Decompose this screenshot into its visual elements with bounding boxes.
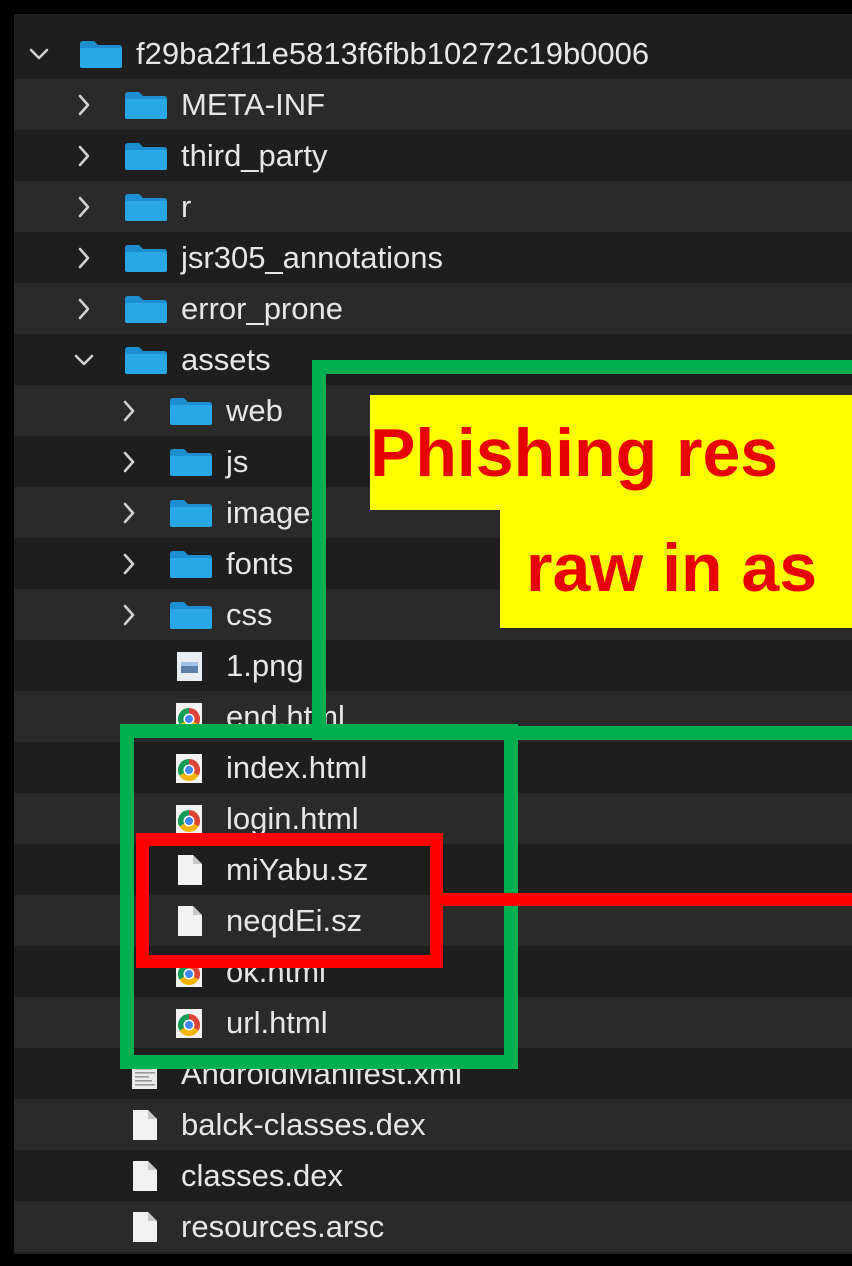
tree-item-label: error_prone: [181, 291, 343, 326]
folder-icon: [168, 548, 214, 580]
folder-icon: [78, 38, 124, 70]
red-connector-line: [443, 893, 852, 906]
folder-icon: [168, 395, 214, 427]
chevron-right-icon[interactable]: [73, 92, 95, 118]
tree-item-label: f29ba2f11e5813f6fbb10272c19b0006: [136, 36, 650, 71]
chevron-right-icon[interactable]: [118, 602, 140, 628]
tree-item-label: resources.arsc: [181, 1209, 385, 1244]
tree-item-label: fonts: [226, 546, 294, 581]
chevron-right-icon[interactable]: [73, 296, 95, 322]
image-file-icon: [172, 649, 206, 683]
tree-item-label: 1.png: [226, 648, 304, 683]
chevron-right-icon[interactable]: [118, 551, 140, 577]
tree-item-label: web: [226, 393, 283, 428]
document-icon: [127, 1159, 161, 1193]
callout-text-line-1: Phishing res: [370, 415, 779, 491]
tree-row-jsr305-annotations[interactable]: jsr305_annotations: [14, 232, 852, 283]
tree-row-error-prone[interactable]: error_prone: [14, 283, 852, 334]
tree-row-third-party[interactable]: third_party: [14, 130, 852, 181]
folder-icon: [168, 599, 214, 631]
tree-row-meta-inf[interactable]: META-INF: [14, 79, 852, 130]
folder-icon: [123, 89, 169, 121]
tree-item-label: images: [226, 495, 326, 530]
tree-row-balck-classes-dex[interactable]: balck-classes.dex: [14, 1099, 852, 1150]
folder-icon: [123, 242, 169, 274]
callout-text-line-2: raw in as: [526, 530, 818, 606]
folder-icon: [123, 140, 169, 172]
screenshot-stage: f29ba2f11e5813f6fbb10272c19b0006 META-INF…: [0, 0, 852, 1266]
folder-icon: [168, 446, 214, 478]
chevron-right-icon[interactable]: [73, 194, 95, 220]
callout-label: Phishing res raw in as: [370, 395, 852, 628]
tree-item-label: third_party: [181, 138, 328, 173]
chevron-right-icon[interactable]: [118, 398, 140, 424]
chevron-right-icon[interactable]: [73, 143, 95, 169]
tree-item-label: balck-classes.dex: [181, 1107, 426, 1142]
tree-row-resources-arsc[interactable]: resources.arsc: [14, 1201, 852, 1252]
document-icon: [127, 1108, 161, 1142]
tree-item-label: assets: [181, 342, 271, 377]
chevron-down-icon[interactable]: [73, 347, 95, 373]
chevron-right-icon[interactable]: [118, 449, 140, 475]
tree-item-label: classes.dex: [181, 1158, 343, 1193]
folder-icon: [123, 344, 169, 376]
tree-row-f29ba2f11e5813f6fbb10272c19b0006[interactable]: f29ba2f11e5813f6fbb10272c19b0006: [14, 28, 852, 79]
folder-icon: [123, 191, 169, 223]
tree-row-r[interactable]: r: [14, 181, 852, 232]
chevron-right-icon[interactable]: [118, 500, 140, 526]
folder-icon: [123, 293, 169, 325]
chevron-down-icon[interactable]: [28, 41, 50, 67]
chevron-right-icon[interactable]: [73, 245, 95, 271]
tree-item-label: js: [226, 444, 249, 479]
tree-item-label: css: [226, 597, 273, 632]
tree-item-label: META-INF: [181, 87, 326, 122]
red-highlight-box-sz-files: [136, 833, 443, 968]
tree-item-label: r: [181, 189, 192, 224]
folder-icon: [168, 497, 214, 529]
tree-item-label: jsr305_annotations: [181, 240, 443, 275]
document-icon: [127, 1210, 161, 1244]
tree-row-classes-dex[interactable]: classes.dex: [14, 1150, 852, 1201]
